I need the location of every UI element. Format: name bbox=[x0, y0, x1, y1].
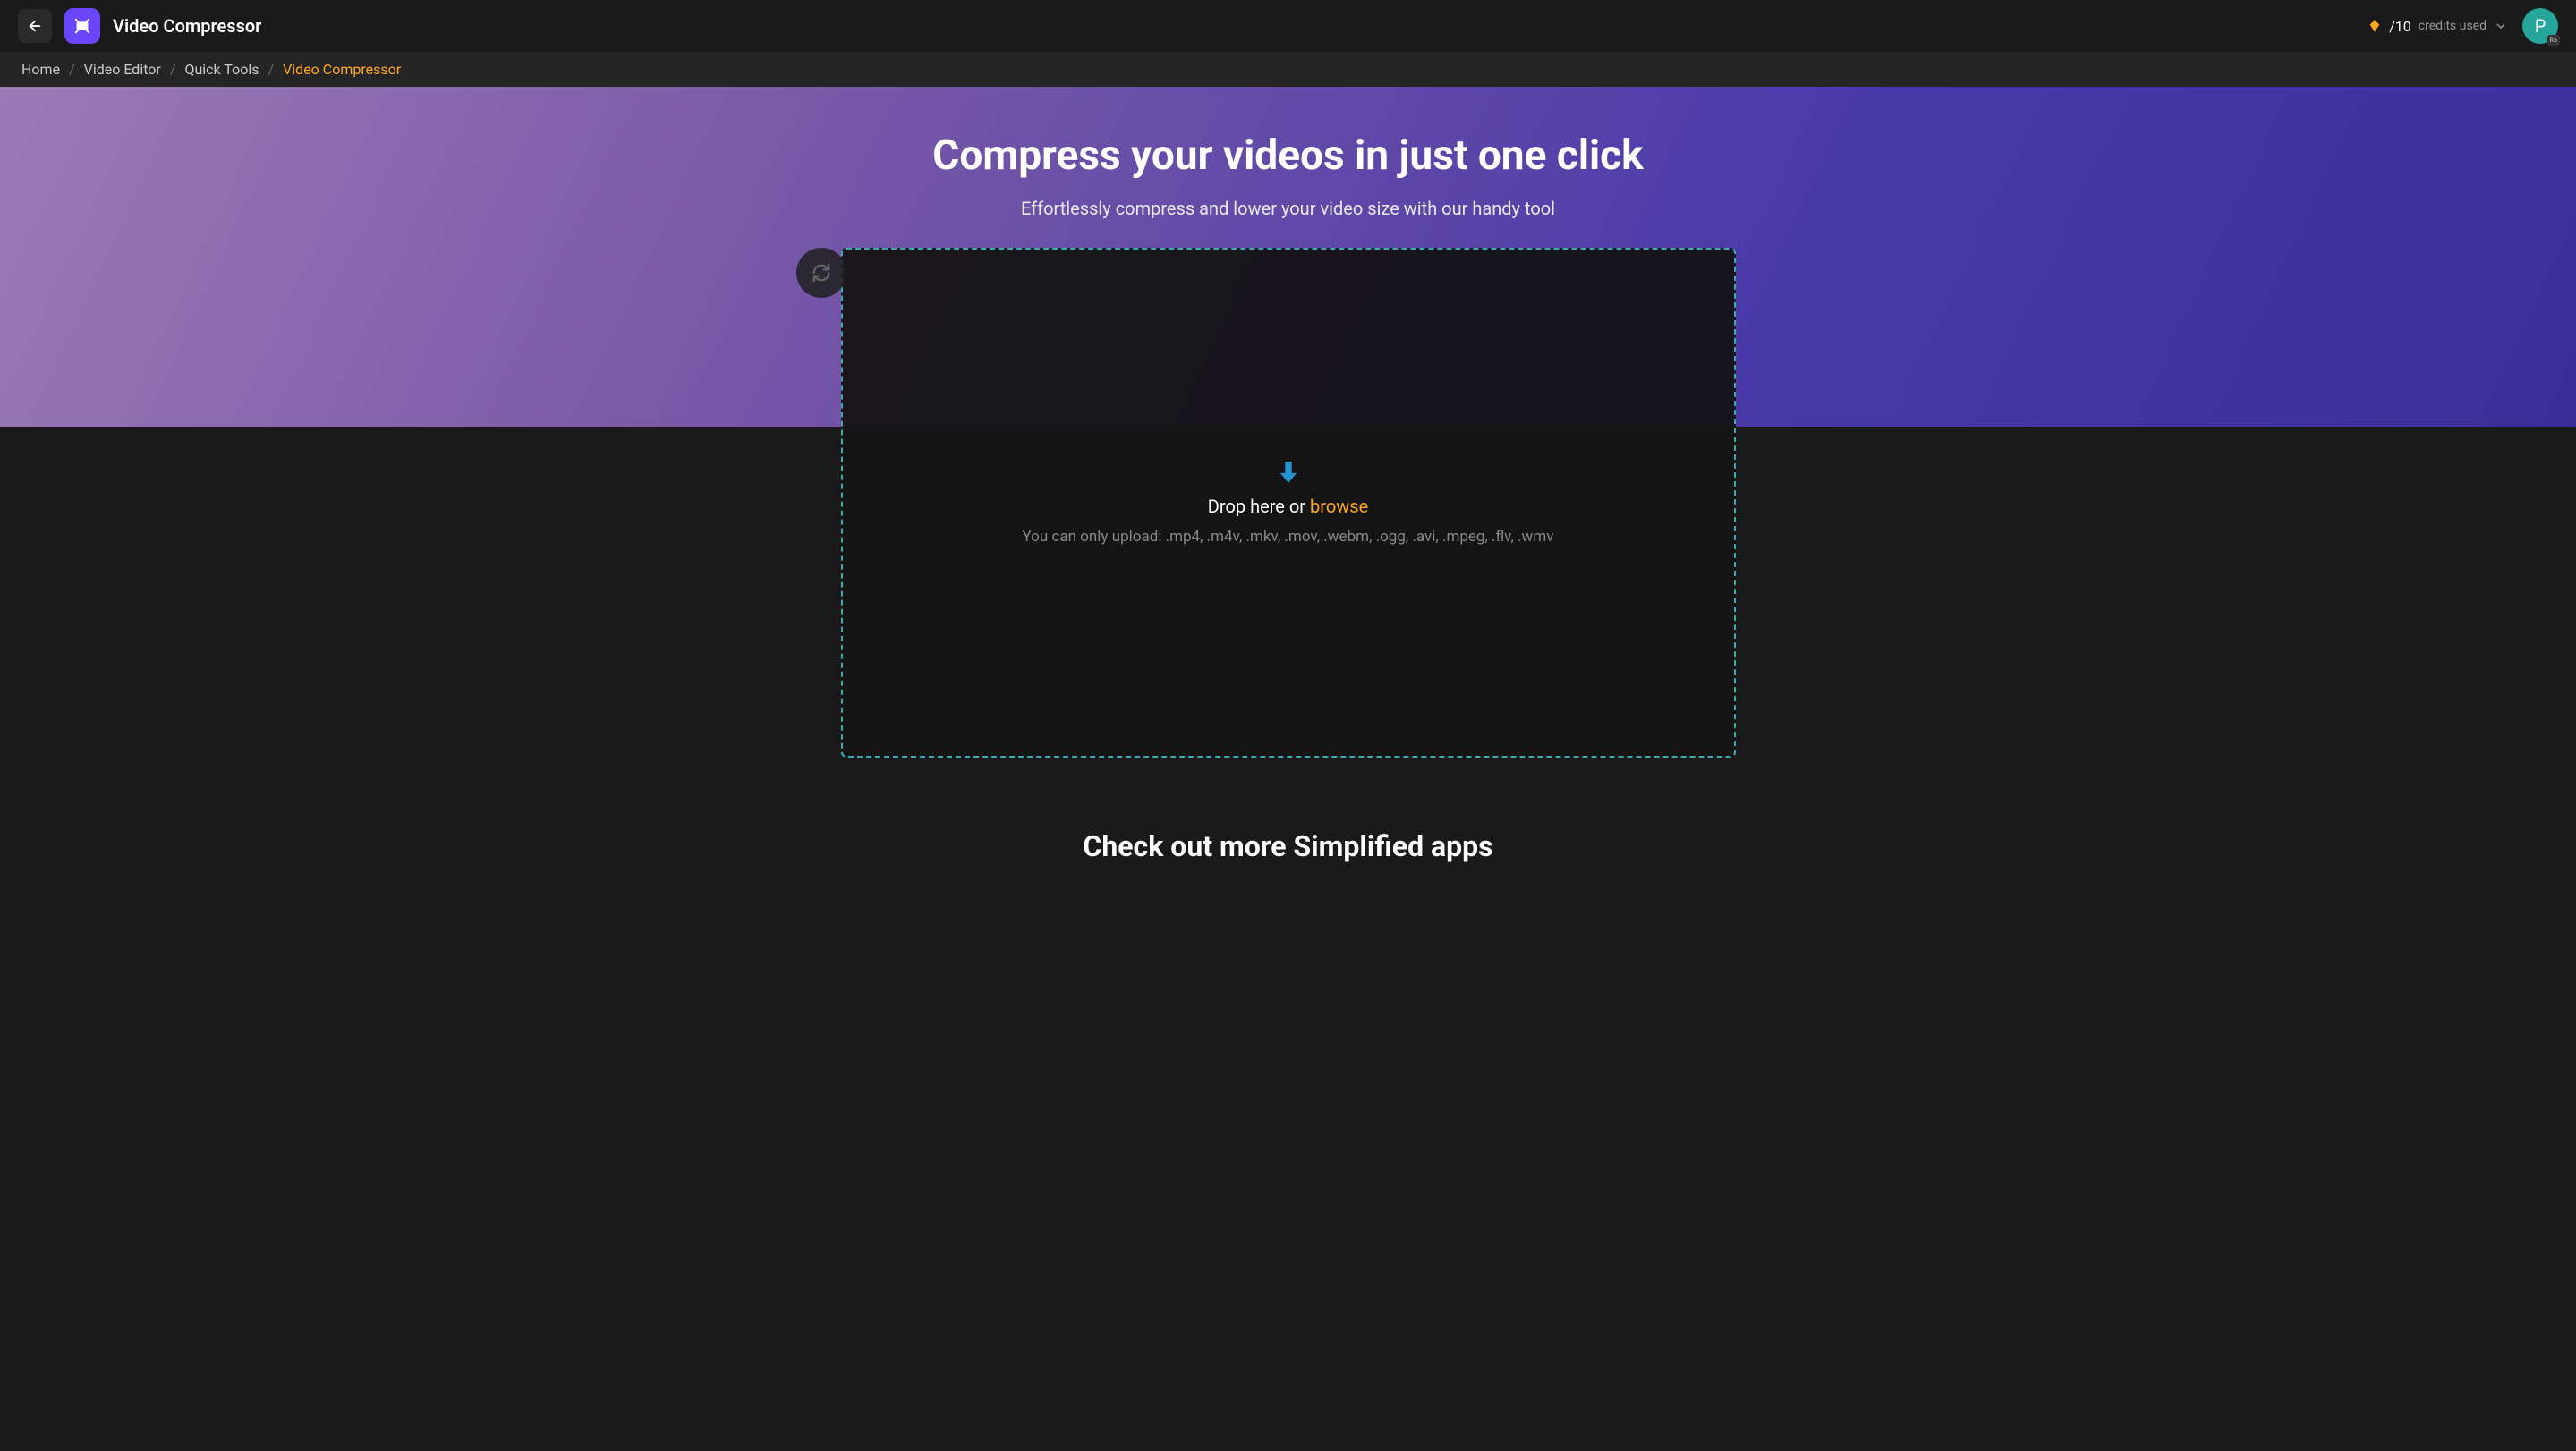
avatar[interactable]: P RS bbox=[2522, 8, 2558, 44]
chevron-down-icon bbox=[2494, 19, 2508, 33]
credits-label: credits used bbox=[2419, 19, 2487, 33]
more-apps-title: Check out more Simplified apps bbox=[18, 829, 2558, 863]
arrow-left-icon bbox=[27, 18, 43, 34]
breadcrumb-separator: / bbox=[268, 61, 274, 78]
drop-here-text: Drop here or bbox=[1208, 496, 1310, 517]
breadcrumb-home[interactable]: Home bbox=[21, 61, 60, 78]
hero-subtitle: Effortlessly compress and lower your vid… bbox=[18, 198, 2558, 219]
breadcrumb-separator: / bbox=[69, 61, 75, 78]
hero-title: Compress your videos in just one click bbox=[18, 132, 2558, 180]
header: Video Compressor /10 credits used P RS bbox=[0, 0, 2576, 52]
breadcrumb: Home / Video Editor / Quick Tools / Vide… bbox=[0, 52, 2576, 87]
content-wrapper: Drop here or browse You can only upload:… bbox=[752, 248, 1825, 758]
browse-link[interactable]: browse bbox=[1310, 496, 1368, 517]
breadcrumb-quick-tools[interactable]: Quick Tools bbox=[184, 61, 259, 78]
arrow-down-icon bbox=[1279, 460, 1298, 485]
diamond-icon bbox=[2368, 19, 2382, 33]
header-right: /10 credits used P RS bbox=[2368, 8, 2558, 44]
drop-zone[interactable]: Drop here or browse You can only upload:… bbox=[841, 248, 1736, 758]
breadcrumb-video-compressor[interactable]: Video Compressor bbox=[283, 61, 401, 78]
back-button[interactable] bbox=[18, 9, 52, 43]
file-types-text: You can only upload: .mp4, .m4v, .mkv, .… bbox=[1023, 528, 1554, 546]
refresh-button[interactable] bbox=[796, 248, 846, 298]
refresh-icon bbox=[812, 263, 831, 283]
header-left: Video Compressor bbox=[18, 8, 261, 44]
drop-text: Drop here or browse bbox=[1208, 496, 1368, 517]
more-apps-section: Check out more Simplified apps bbox=[0, 758, 2576, 899]
app-icon bbox=[64, 8, 100, 44]
breadcrumb-video-editor[interactable]: Video Editor bbox=[84, 61, 161, 78]
avatar-badge: RS bbox=[2547, 35, 2560, 46]
breadcrumb-separator: / bbox=[170, 61, 176, 78]
credits-count: /10 bbox=[2389, 18, 2411, 35]
avatar-letter: P bbox=[2535, 15, 2546, 37]
app-title: Video Compressor bbox=[113, 15, 261, 37]
credits-dropdown[interactable]: /10 credits used bbox=[2368, 18, 2508, 35]
video-compress-icon bbox=[72, 16, 92, 36]
